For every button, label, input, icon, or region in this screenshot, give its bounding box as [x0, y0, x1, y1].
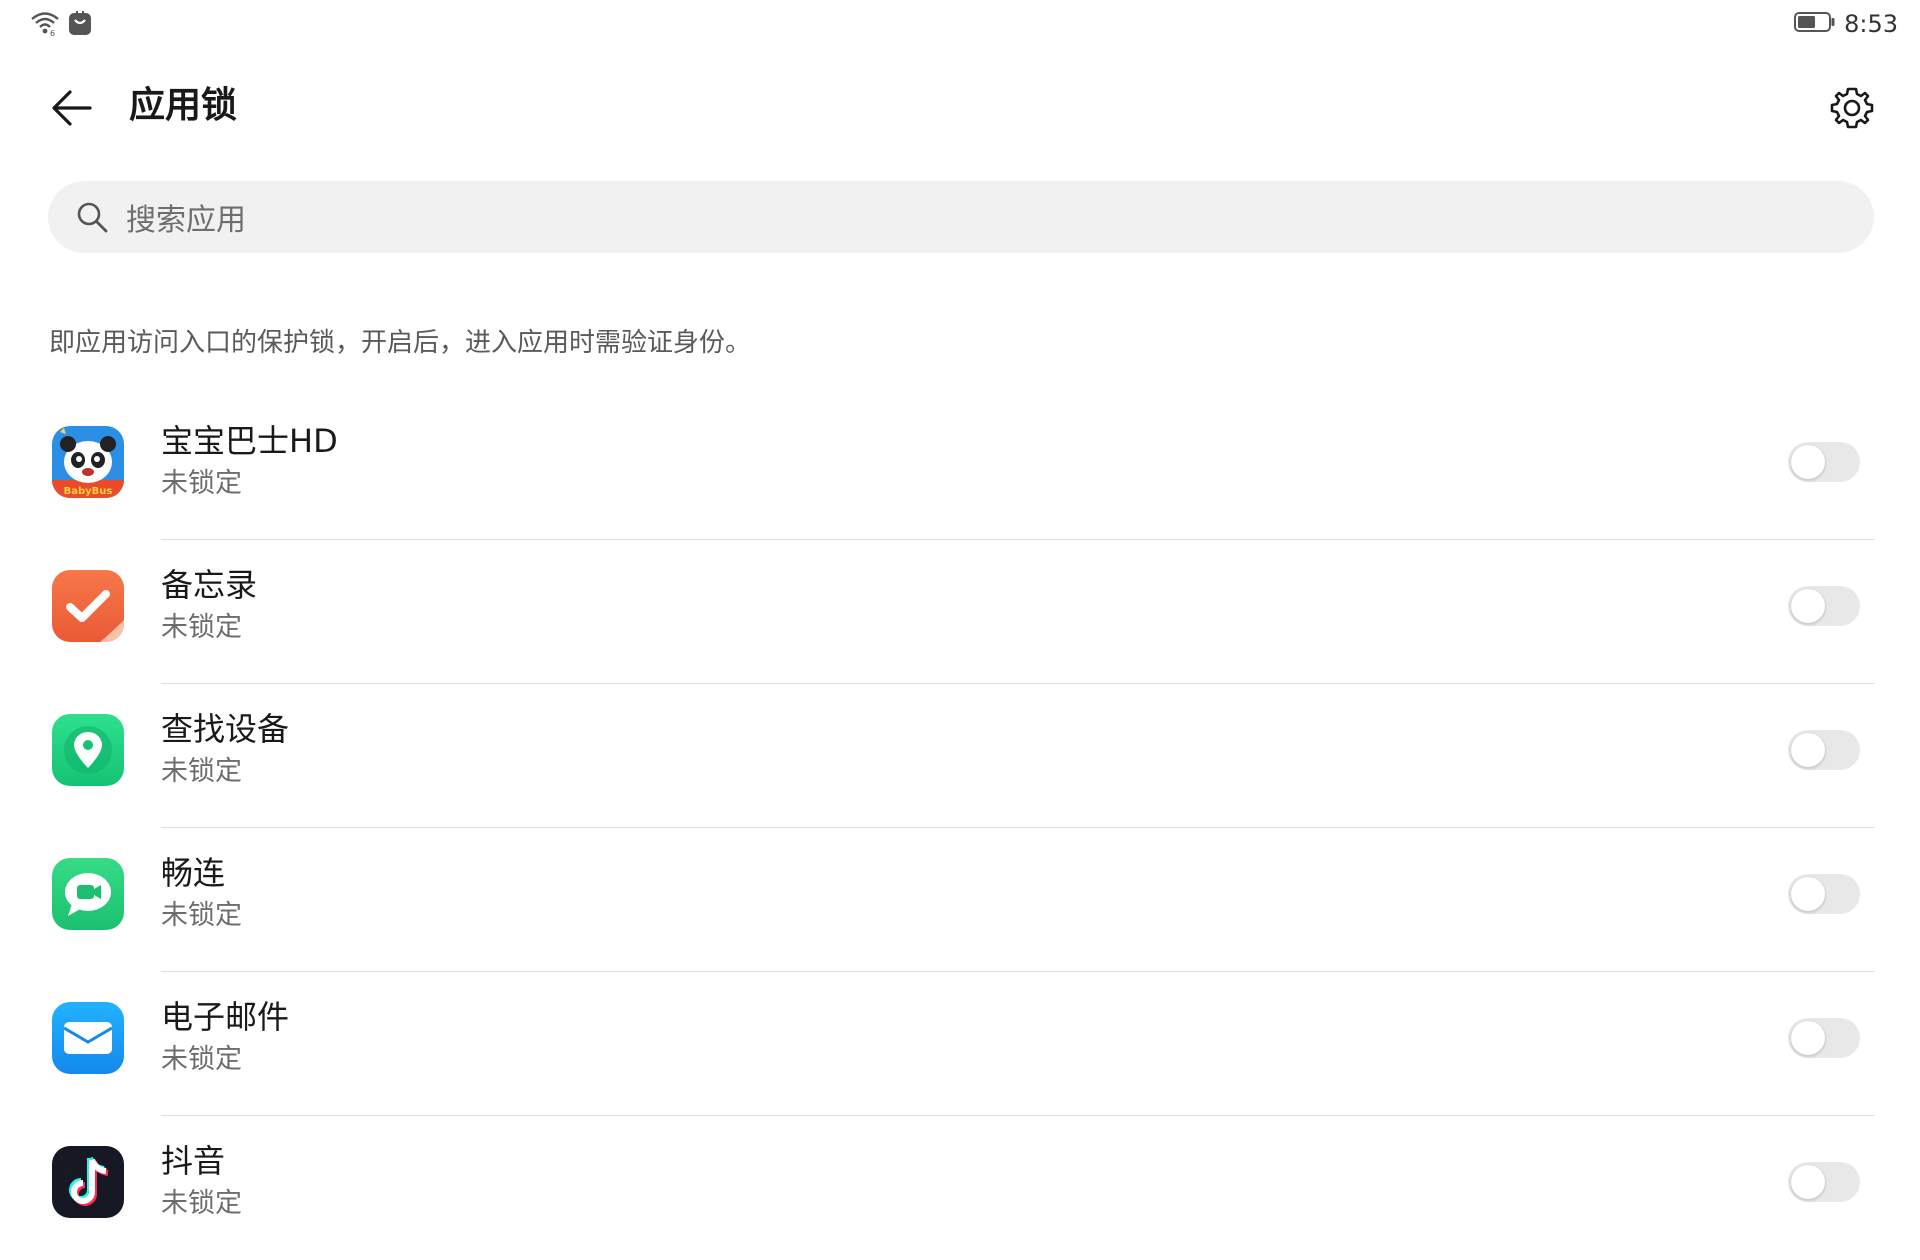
battery-icon: [1794, 11, 1836, 37]
list-item[interactable]: 查找设备 未锁定: [0, 684, 1920, 828]
app-name: 备忘录: [161, 566, 258, 604]
lock-toggle[interactable]: [1788, 874, 1860, 914]
status-time: 8:53: [1844, 10, 1898, 38]
lock-toggle[interactable]: [1788, 442, 1860, 482]
search-input[interactable]: 搜索应用: [48, 181, 1874, 253]
app-name: 宝宝巴士HD: [161, 422, 338, 460]
list-item[interactable]: 畅连 未锁定: [0, 828, 1920, 972]
app-name: 畅连: [161, 854, 226, 892]
gear-icon: [1830, 87, 1874, 129]
toggle-knob: [1791, 1021, 1825, 1055]
search-placeholder: 搜索应用: [126, 203, 246, 238]
notes-icon: [52, 570, 124, 642]
toggle-knob: [1791, 877, 1825, 911]
svg-text:6: 6: [50, 29, 55, 36]
list-item[interactable]: BabyBus 宝宝巴士HD 未锁定: [0, 396, 1920, 540]
search-icon: [72, 197, 112, 237]
email-icon: [52, 1002, 124, 1074]
app-status: 未锁定: [161, 612, 242, 643]
app-status: 未锁定: [161, 1044, 242, 1075]
meetime-icon: [52, 858, 124, 930]
page-title: 应用锁: [129, 85, 238, 126]
lock-toggle[interactable]: [1788, 1018, 1860, 1058]
babybus-icon: BabyBus: [52, 426, 124, 498]
lock-toggle[interactable]: [1788, 730, 1860, 770]
toggle-knob: [1791, 1165, 1825, 1199]
status-left: 6: [30, 10, 92, 40]
app-status: 未锁定: [161, 468, 242, 499]
toggle-knob: [1791, 445, 1825, 479]
app-name: 抖音: [161, 1142, 226, 1180]
app-list: BabyBus 宝宝巴士HD 未锁定 备忘录 未锁定 查找设备 未锁定 畅连 未…: [0, 396, 1920, 1260]
list-item[interactable]: 备忘录 未锁定: [0, 540, 1920, 684]
find-device-icon: [52, 714, 124, 786]
app-status: 未锁定: [161, 756, 242, 787]
back-button[interactable]: [44, 80, 100, 136]
toggle-knob: [1791, 733, 1825, 767]
app-status: 未锁定: [161, 1188, 242, 1219]
back-arrow-icon: [52, 90, 92, 126]
app-name: 查找设备: [161, 710, 290, 748]
lock-toggle[interactable]: [1788, 1162, 1860, 1202]
list-item[interactable]: 抖音 未锁定: [0, 1116, 1920, 1260]
status-right: 8:53: [1794, 10, 1898, 38]
list-item[interactable]: 电子邮件 未锁定: [0, 972, 1920, 1116]
notification-icon: [68, 10, 92, 40]
status-bar: 6 8:53: [0, 0, 1920, 48]
description-text: 即应用访问入口的保护锁，开启后，进入应用时需验证身份。: [49, 328, 752, 358]
settings-button[interactable]: [1824, 80, 1880, 136]
lock-toggle[interactable]: [1788, 586, 1860, 626]
douyin-icon: [52, 1146, 124, 1218]
wifi-icon: 6: [30, 10, 60, 40]
app-name: 电子邮件: [161, 998, 290, 1036]
svg-text:BabyBus: BabyBus: [64, 486, 113, 497]
header: 应用锁: [0, 60, 1920, 152]
toggle-knob: [1791, 589, 1825, 623]
app-status: 未锁定: [161, 900, 242, 931]
